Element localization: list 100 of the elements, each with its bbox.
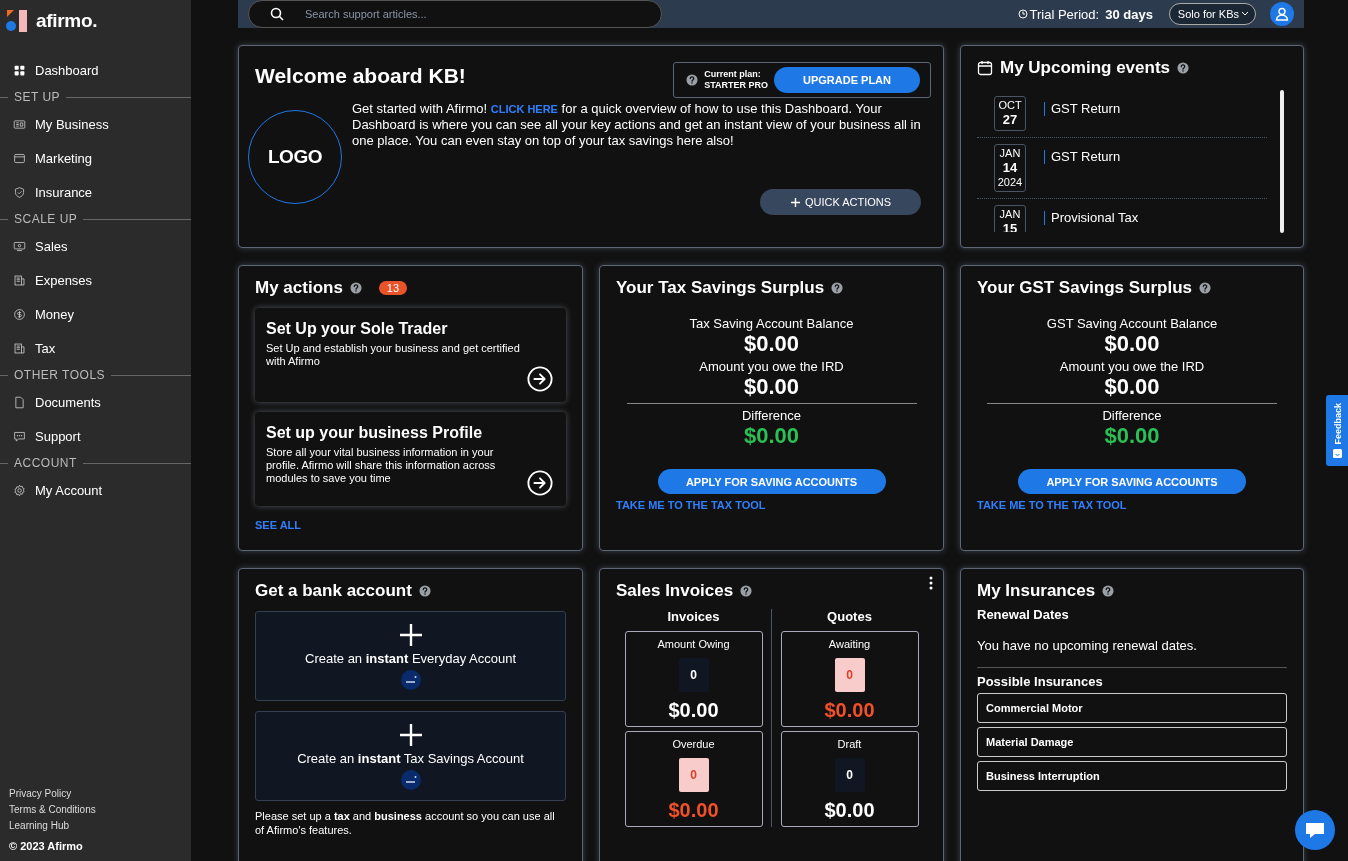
sidebar-item[interactable]: Insurance <box>0 178 191 206</box>
action-card[interactable]: Set up your business Profile Store all your vital business information in your profile. Afirmo will share this information across modules to save you time <box>255 412 566 506</box>
sidebar-item[interactable]: Support <box>0 422 191 450</box>
tax-tool-link[interactable]: TAKE ME TO THE TAX TOOL <box>977 499 1127 511</box>
sidebar-item[interactable]: My Account <box>0 476 191 504</box>
owed-label: Amount you owe the IRD <box>699 359 844 374</box>
welcome-title: Welcome aboard KB! <box>255 64 466 88</box>
card-title: My Insurances <box>977 581 1096 601</box>
create-account-tile[interactable]: Create an instant Tax Savings Account <box>255 711 566 801</box>
bank-logo-icon <box>400 669 421 690</box>
event-title[interactable]: GST Return <box>1044 102 1121 116</box>
create-account-tile[interactable]: Create an instant Everyday Account <box>255 611 566 701</box>
account-dropdown[interactable]: Solo for KBs <box>1168 3 1256 25</box>
help-icon[interactable] <box>831 282 844 294</box>
help-icon[interactable] <box>740 585 753 597</box>
stat-tile[interactable]: Overdue 0 $0.00 <box>624 731 763 827</box>
count-chip: 0 <box>834 657 865 692</box>
help-icon[interactable] <box>1177 62 1190 74</box>
chat-bubble-icon[interactable] <box>1295 810 1335 850</box>
column-heading: Invoices <box>667 609 720 624</box>
stat-label: Awaiting <box>828 638 871 650</box>
owed-label: Amount you owe the IRD <box>1059 359 1205 374</box>
clock-icon <box>1017 9 1028 19</box>
feedback-tab[interactable]: Feedback <box>1326 395 1348 466</box>
coverage-option[interactable]: Material Damage <box>977 727 1287 757</box>
stat-amount: $0.00 <box>668 799 719 822</box>
footer-link[interactable]: Terms & Conditions <box>9 804 182 815</box>
action-card[interactable]: Set Up your Sole Trader Set Up and establish your business and get certified with Afirmo <box>255 308 566 402</box>
calendar-icon <box>977 60 993 76</box>
renewal-message: You have no upcoming renewal dates. <box>977 638 1198 653</box>
event-title[interactable]: GST Return <box>1044 149 1121 164</box>
stat-label: Amount Owing <box>657 638 730 650</box>
help-icon[interactable] <box>686 74 699 86</box>
card-title: Your Tax Savings Surplus <box>616 278 825 298</box>
section-title: Renewal Dates <box>977 607 1070 622</box>
tax-tool-link[interactable]: TAKE ME TO THE TAX TOOL <box>616 499 766 511</box>
stat-tile[interactable]: Draft 0 $0.00 <box>780 731 919 827</box>
difference-amount: $0.00 <box>743 423 800 449</box>
quick-actions-button[interactable]: QUICK ACTIONS <box>760 189 921 215</box>
copyright: © 2023 Afirmo <box>9 840 84 852</box>
stat-tile[interactable]: Amount Owing 0 $0.00 <box>624 631 763 727</box>
card-title: My actions <box>255 278 343 298</box>
plus-icon <box>398 622 423 647</box>
sidebar-item[interactable]: Tax <box>0 334 191 362</box>
balance-label: Tax Saving Account Balance <box>689 316 854 331</box>
footer-link[interactable]: Privacy Policy <box>9 788 182 799</box>
search-field[interactable]: Search support articles... <box>248 0 662 28</box>
action-title: Set up your business Profile <box>266 424 484 442</box>
chat-icon <box>13 429 26 443</box>
user-avatar-icon[interactable] <box>1270 2 1294 26</box>
plus-icon <box>398 722 423 747</box>
stat-tile[interactable]: Awaiting 0 $0.00 <box>780 631 919 727</box>
apply-button[interactable]: APPLY FOR SAVING ACCOUNTS <box>657 469 886 494</box>
plus-icon <box>789 196 801 208</box>
sidebar-item[interactable]: Marketing <box>0 144 191 172</box>
arrow-right-circle-icon[interactable] <box>527 470 553 496</box>
upgrade-button[interactable]: UPGRADE PLAN <box>774 67 920 93</box>
stat-amount: $0.00 <box>824 699 875 722</box>
click-here-link[interactable]: CLICK HERE <box>490 103 558 115</box>
column-heading: Quotes <box>827 609 872 624</box>
bank-note: Please set up a tax and business account so you can use all of Afirmo's features. <box>255 809 556 837</box>
trial-label: Trial Period: <box>1029 6 1100 22</box>
sidebar-item[interactable]: Dashboard <box>0 56 191 84</box>
owed-amount: $0.00 <box>743 374 800 400</box>
coverage-option[interactable]: Business Interruption <box>977 761 1287 791</box>
arrow-right-circle-icon[interactable] <box>527 366 553 392</box>
sidebar-item[interactable]: Expenses <box>0 266 191 294</box>
sidebar-item[interactable]: Documents <box>0 388 191 416</box>
tile-label: Create an instant Tax Savings Account <box>297 750 524 766</box>
action-description: Store all your vital business information in your profile. Afirmo will share this information across modules to save you time <box>266 446 497 485</box>
shield-icon <box>13 185 26 199</box>
balance-amount: $0.00 <box>743 331 800 357</box>
difference-amount: $0.00 <box>1104 423 1160 449</box>
action-title: Set Up your Sole Trader <box>266 320 449 338</box>
coverage-option[interactable]: Commercial Motor <box>977 693 1287 723</box>
count-chip: 0 <box>678 757 709 792</box>
card-title: Get a bank account <box>255 581 412 601</box>
action-description: Set Up and establish your business and get certified with Afirmo <box>266 342 521 368</box>
dollar-coin-icon <box>13 307 26 321</box>
search-icon <box>270 7 284 21</box>
section-heading: ACCOUNT <box>0 456 191 470</box>
event-date: JAN 14 2024 <box>994 143 1026 192</box>
brand-name: afirmo. <box>36 10 98 32</box>
card-title: Sales Invoices <box>616 581 734 601</box>
help-icon[interactable] <box>1102 585 1115 597</box>
help-icon[interactable] <box>418 585 431 597</box>
see-all-link[interactable]: SEE ALL <box>255 519 302 531</box>
difference-label: Difference <box>1102 408 1162 423</box>
difference-label: Difference <box>742 408 801 423</box>
help-icon[interactable] <box>1199 282 1212 294</box>
more-options-icon[interactable] <box>929 576 933 590</box>
sidebar-item[interactable]: Sales <box>0 232 191 260</box>
help-icon[interactable] <box>349 282 362 294</box>
section-heading: SCALE UP <box>0 212 191 226</box>
apply-button[interactable]: APPLY FOR SAVING ACCOUNTS <box>1018 469 1246 494</box>
footer-link[interactable]: Learning Hub <box>9 820 182 831</box>
sidebar-item[interactable]: Money <box>0 300 191 328</box>
stat-amount: $0.00 <box>824 799 875 822</box>
sidebar-item[interactable]: My Business <box>0 110 191 138</box>
event-title[interactable]: Provisional Tax <box>1044 210 1139 225</box>
